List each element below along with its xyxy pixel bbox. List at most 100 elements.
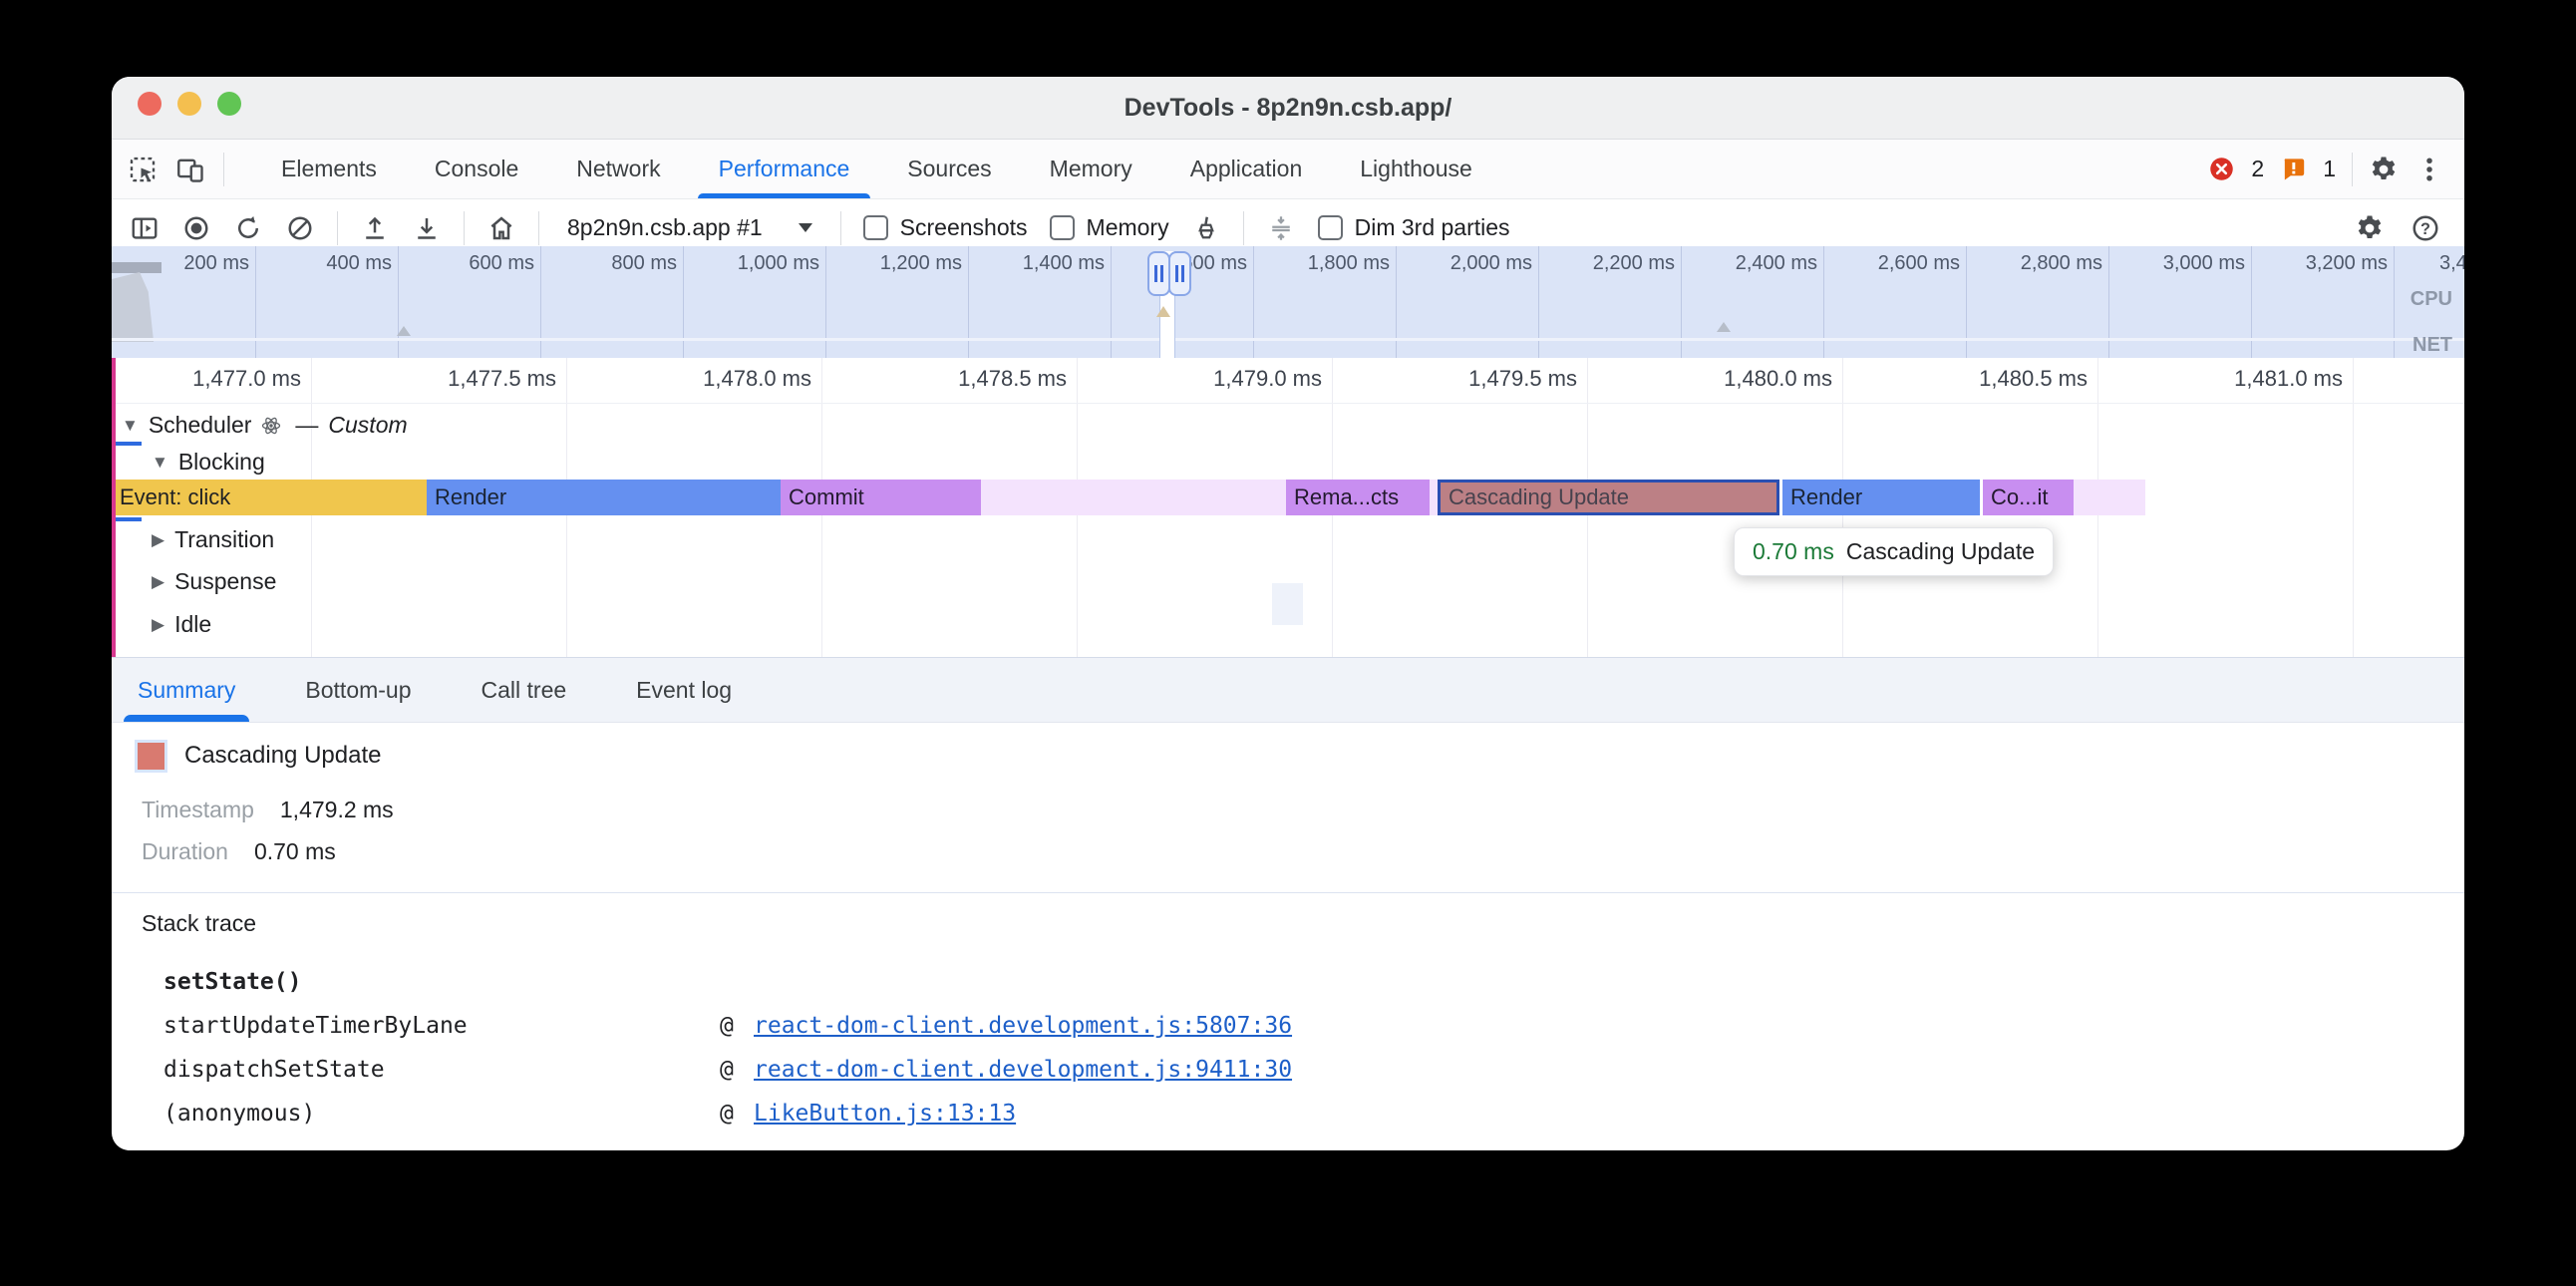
collapse-triangle-icon[interactable]: ▼ — [152, 453, 168, 473]
frame-at: @ — [720, 1004, 734, 1048]
flame-bar-filler[interactable] — [1430, 480, 1438, 515]
flame-bar[interactable]: Render — [427, 480, 781, 515]
tab-call-tree[interactable]: Call tree — [482, 658, 567, 722]
error-count-icon[interactable] — [2208, 156, 2235, 182]
expand-triangle-icon[interactable]: ▶ — [152, 530, 164, 550]
divider — [223, 153, 224, 186]
tooltip-duration: 0.70 ms — [1753, 538, 1834, 564]
tab-elements[interactable]: Elements — [252, 140, 406, 198]
react-atom-icon — [259, 414, 283, 438]
selection-right-handle[interactable] — [1168, 251, 1191, 296]
tab-application[interactable]: Application — [1161, 140, 1332, 198]
garbage-collect-brush-icon[interactable] — [1191, 213, 1221, 243]
lane-label: Idle — [174, 611, 211, 638]
flame-bar[interactable]: Commit — [781, 480, 981, 515]
duration-label: Duration — [142, 838, 228, 865]
overview-tick-label: 2,600 ms — [1820, 252, 1960, 275]
gc-marker-icon — [397, 326, 411, 336]
dash: — — [295, 412, 318, 439]
source-link[interactable]: LikeButton.js:13:13 — [754, 1092, 1016, 1135]
home-icon[interactable] — [486, 213, 516, 243]
memory-label: Memory — [1087, 214, 1169, 241]
flame-bar-filler[interactable] — [981, 480, 1286, 515]
clear-icon[interactable] — [285, 213, 315, 243]
summary-divider — [112, 892, 2464, 893]
flame-bar[interactable]: Render — [1782, 480, 1980, 515]
flame-bar[interactable]: Rema...cts — [1286, 480, 1430, 515]
expand-triangle-icon[interactable]: ▶ — [152, 615, 164, 635]
tab-console[interactable]: Console — [406, 140, 547, 198]
summary-timestamp-row: Timestamp 1,479.2 ms — [142, 793, 394, 826]
minimize-window-button[interactable] — [177, 92, 201, 116]
kebab-menu-icon[interactable] — [2415, 155, 2444, 184]
flame-bar[interactable]: Cascading Update — [1438, 480, 1779, 515]
overview-tick-label: 2,400 ms — [1678, 252, 1817, 275]
issues-count-icon[interactable] — [2280, 156, 2307, 182]
reload-record-icon[interactable] — [233, 213, 263, 243]
timestamp-label: Timestamp — [142, 797, 254, 823]
memory-checkbox[interactable]: Memory — [1050, 214, 1169, 241]
flame-chart-area[interactable]: 1,477.0 ms1,477.5 ms1,478.0 ms1,478.5 ms… — [112, 358, 2464, 657]
capture-settings-gear-icon[interactable] — [2355, 213, 2385, 243]
upload-profile-icon[interactable] — [360, 213, 390, 243]
net-band-label: NET — [2413, 334, 2452, 357]
summary-event-title: Cascading Update — [184, 742, 381, 770]
expand-triangle-icon[interactable]: ▶ — [152, 572, 164, 592]
download-profile-icon[interactable] — [412, 213, 442, 243]
flame-bar[interactable]: Co...it — [1983, 480, 2074, 515]
lane-blocking[interactable]: ▼ Blocking — [112, 446, 265, 479]
profile-select[interactable]: 8p2n9n.csb.app #1 — [561, 214, 818, 241]
lane-transition[interactable]: ▶ Transition — [112, 523, 274, 556]
timeline-overview[interactable]: 3,4 CPU NET 200 ms400 ms600 ms800 ms1,00… — [112, 246, 2464, 359]
tab-event-log[interactable]: Event log — [636, 658, 732, 722]
screenshots-checkbox[interactable]: Screenshots — [863, 214, 1028, 241]
source-link[interactable]: react-dom-client.development.js:5807:36 — [754, 1004, 1292, 1048]
collapse-tracks-icon[interactable] — [1266, 213, 1296, 243]
flame-tooltip: 0.70 msCascading Update — [1734, 527, 2054, 576]
maximize-window-button[interactable] — [217, 92, 241, 116]
track-edge-marker — [112, 358, 116, 657]
record-icon[interactable] — [181, 213, 211, 243]
stack-frame: (anonymous) @ LikeButton.js:13:13 — [112, 1092, 2464, 1135]
overview-tick-label: 1,200 ms — [822, 252, 962, 275]
svg-text:?: ? — [2420, 219, 2430, 237]
summary-event-row: Cascading Update — [138, 739, 381, 773]
tab-performance[interactable]: Performance — [690, 140, 879, 198]
close-window-button[interactable] — [138, 92, 161, 116]
settings-gear-icon[interactable] — [2369, 155, 2399, 184]
ruler-tick-label: 1,481.0 ms — [2093, 366, 2343, 392]
flame-bar[interactable]: Event: click — [112, 480, 427, 515]
overview-tick-label: 3,200 ms — [2248, 252, 2388, 275]
track-subtitle: Custom — [328, 412, 407, 439]
selection-left-handle[interactable] — [1147, 251, 1170, 296]
device-toolbar-icon[interactable] — [175, 155, 205, 184]
collapse-triangle-icon[interactable]: ▼ — [122, 416, 139, 436]
overview-tick-label-partial: 3,4 — [2439, 252, 2464, 275]
lane-idle[interactable]: ▶ Idle — [112, 608, 211, 641]
checkbox-box — [1318, 215, 1343, 240]
overview-tick-label: 3,000 ms — [2105, 252, 2245, 275]
track-header-scheduler[interactable]: ▼ Scheduler — Custom — [112, 409, 408, 442]
lane-suspense[interactable]: ▶ Suspense — [112, 565, 276, 598]
tab-sources[interactable]: Sources — [878, 140, 1020, 198]
tab-memory[interactable]: Memory — [1021, 140, 1161, 198]
frame-at: @ — [720, 1092, 734, 1135]
ruler-tick-label: 1,478.5 ms — [817, 366, 1067, 392]
toggle-sidebar-icon[interactable] — [130, 213, 160, 243]
inspect-element-icon[interactable] — [128, 155, 158, 184]
timestamp-value: 1,479.2 ms — [280, 797, 394, 823]
flame-bar-filler[interactable] — [2074, 480, 2145, 515]
ruler-tick-label: 1,477.0 ms — [112, 366, 301, 392]
tab-network[interactable]: Network — [547, 140, 689, 198]
tab-bottom-up[interactable]: Bottom-up — [305, 658, 411, 722]
tab-lighthouse[interactable]: Lighthouse — [1331, 140, 1501, 198]
help-icon[interactable]: ? — [2411, 213, 2440, 243]
event-color-swatch — [138, 743, 164, 770]
tab-summary[interactable]: Summary — [138, 658, 235, 722]
track-focus-mark — [114, 442, 142, 446]
source-link[interactable]: react-dom-client.development.js:9411:30 — [754, 1048, 1292, 1092]
issue-count: 1 — [2323, 156, 2336, 182]
details-tabbar: Summary Bottom-up Call tree Event log — [112, 657, 2464, 723]
dim-3rd-parties-checkbox[interactable]: Dim 3rd parties — [1318, 214, 1510, 241]
stack-trace-title: Stack trace — [142, 910, 256, 937]
